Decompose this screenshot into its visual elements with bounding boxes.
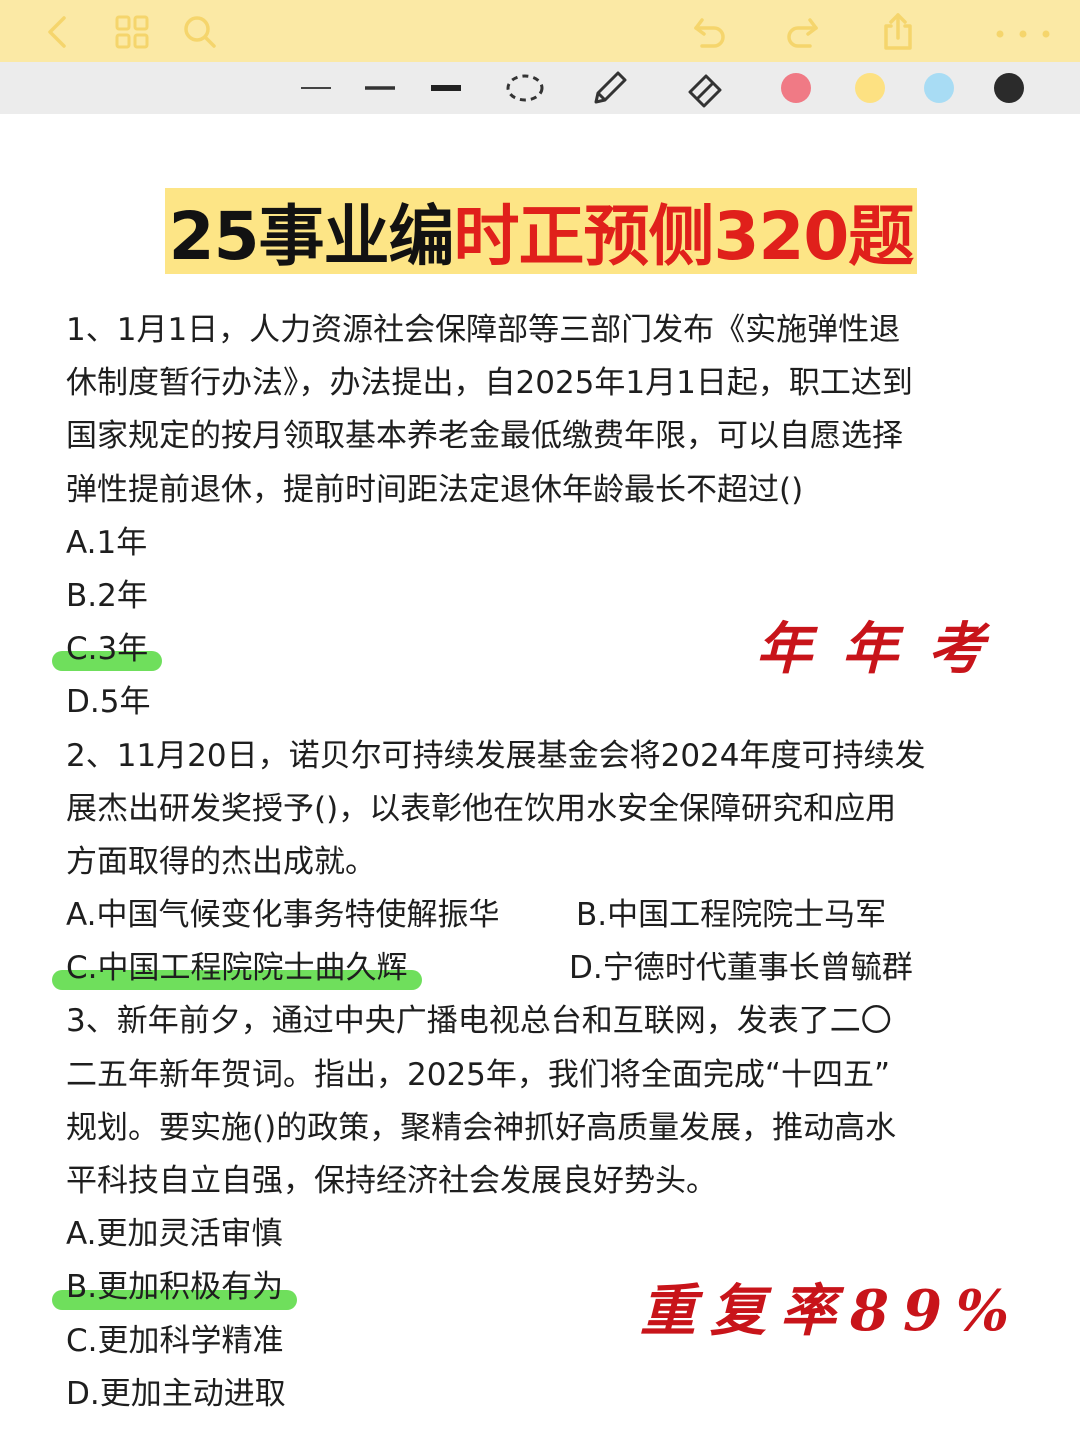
question-3-line: 平科技自立自强，保持经济社会发展良好势头。 [66,1163,717,1199]
color-swatch-pink[interactable] [781,70,811,106]
question-2-options-row-2: C.中国工程院院士曲久辉 D.宁德时代董事长曾毓群 [52,942,1026,995]
title-red-part: 时正预侧320题 [453,198,915,275]
answer-highlight: B.更加积极有为 [51,1261,298,1314]
redo-icon[interactable] [780,10,824,54]
back-icon[interactable] [36,10,80,54]
question-2-line: 方面取得的杰出成就。 [66,843,376,880]
question-list: 1、1月1日，人力资源社会保障部等三部门发布《实施弹性退 休制度暂行办法》，办法… [51,304,1026,1421]
color-swatch-blue[interactable] [924,70,954,106]
question-2-option-d: D.宁德时代董事长曾毓群 [569,950,913,987]
option-text: C.3年 [66,631,149,668]
handwritten-note-repeat-rate: 重复率89% [640,1278,1024,1344]
handwritten-note-every-year: 年年考 [756,616,1014,682]
question-2-option-c: C.中国工程院院士曲久辉 [66,950,408,987]
option-text: B.更加积极有为 [66,1269,284,1306]
color-swatch-yellow[interactable] [855,70,885,106]
question-1-option-a: A.1年 [66,524,148,561]
drawing-toolbar [0,62,1080,114]
answer-highlight: C.中国工程院院士曲久辉 [52,942,421,995]
lasso-icon[interactable] [504,70,546,106]
question-3-line: 规划。要实施()的政策，聚精会神抓好高质量发展，推动高水 [66,1109,897,1146]
page-title: 25事业编 时正预侧320题 [165,188,917,275]
pencil-icon[interactable] [588,70,630,106]
question-3-option-a: A.更加灵活审慎 [66,1216,283,1253]
answer-highlight: C.3年 [51,623,163,676]
question-3-line: 3、新年前夕，通过中央广播电视总台和互联网，发表了二〇 [66,1003,892,1040]
question-2-option-a: A.中国气候变化事务特使解振华 [66,897,500,934]
line-thin-icon[interactable] [298,70,334,106]
question-2-line: 展杰出研发奖授予()，以表彰他在饮用水安全保障研究和应用 [66,790,897,827]
line-medium-icon[interactable] [362,70,398,106]
question-2-option-b: B.中国工程院院士马军 [576,897,887,934]
question-1-line: 国家规定的按月领取基本养老金最低缴费年限，可以自愿选择 [66,418,903,455]
question-1-line: 休制度暂行办法》，办法提出，自2025年1月1日起，职工达到 [66,365,913,402]
color-swatch-black[interactable] [994,70,1024,106]
title-black-part: 25事业编 [168,198,455,275]
top-app-bar [0,0,1080,62]
question-3-option-d: D.更加主动进取 [66,1375,286,1412]
question-1-line: 1、1月1日，人力资源社会保障部等三部门发布《实施弹性退 [66,312,901,348]
question-3-line: 二五年新年贺词。指出，2025年，我们将全面完成“十四五” [66,1056,891,1093]
search-icon[interactable] [178,10,222,54]
share-icon[interactable] [876,10,920,54]
grid-icon[interactable] [110,10,154,54]
question-2-line: 2、11月20日，诺贝尔可持续发展基金会将2024年度可持续发 [66,737,926,774]
line-thick-icon[interactable] [428,70,464,106]
question-2-options-row-1: A.中国气候变化事务特使解振华 B.中国工程院院士马军 [66,889,1026,942]
more-icon[interactable] [988,10,1058,54]
eraser-icon[interactable] [684,70,726,108]
undo-icon[interactable] [688,10,732,54]
question-1-line: 弹性提前退休，提前时间距法定退休年龄最长不超过() [66,471,804,508]
question-2-option-c-wrap: C.中国工程院院士曲久辉 [52,942,569,995]
